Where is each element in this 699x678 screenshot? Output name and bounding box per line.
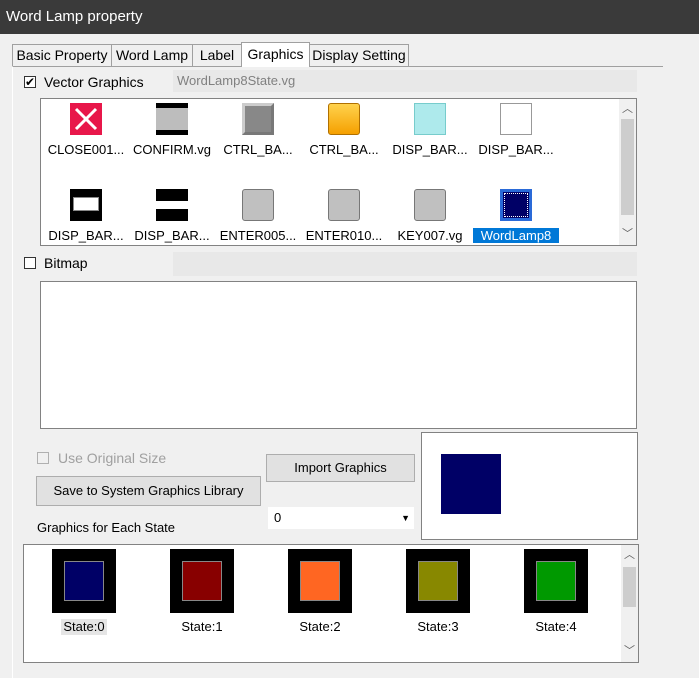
tab-word-lamp[interactable]: Word Lamp <box>111 44 193 66</box>
state-item-2[interactable]: State:2 <box>280 549 360 635</box>
graphic-preview <box>421 432 638 540</box>
graphic-item-selected[interactable]: WordLamp8 <box>473 189 559 243</box>
state-color-swatch <box>536 561 576 601</box>
state-item-3[interactable]: State:3 <box>398 549 478 635</box>
graphic-caption: DISP_BAR... <box>392 142 468 157</box>
state-select-value: 0 <box>274 510 282 525</box>
state-graphic <box>170 549 234 613</box>
graphic-item[interactable]: CTRL_BA... <box>301 103 387 157</box>
tab-display-setting[interactable]: Display Setting <box>309 44 409 66</box>
graphic-item[interactable]: CONFIRM.vg <box>129 103 215 157</box>
state-caption: State:4 <box>535 619 577 634</box>
graphic-item[interactable]: CLOSE001... <box>43 103 129 157</box>
word-lamp-icon <box>500 189 532 221</box>
state-graphics-list[interactable]: ︿ ﹀ State:0 State:1 State:2 State:3 Stat… <box>23 544 639 663</box>
graphic-item[interactable]: DISP_BAR... <box>129 189 215 243</box>
graphic-item[interactable]: ENTER010... <box>301 189 387 243</box>
vector-graphics-label: Vector Graphics <box>44 74 144 90</box>
bitmap-checkbox[interactable] <box>24 257 36 269</box>
disp-bar-black-icon <box>70 189 102 221</box>
state-graphic <box>52 549 116 613</box>
state-color-swatch <box>418 561 458 601</box>
close-icon <box>70 103 102 135</box>
preview-swatch <box>441 454 501 514</box>
disp-bar-stripe-icon <box>156 189 188 221</box>
bitmap-file-field <box>173 252 637 276</box>
use-original-size-label: Use Original Size <box>58 450 167 466</box>
graphic-item[interactable]: KEY007.vg <box>387 189 473 243</box>
tab-graphics[interactable]: Graphics <box>241 42 310 67</box>
state-graphic <box>288 549 352 613</box>
graphic-caption: CTRL_BA... <box>223 142 293 157</box>
vector-graphics-checkbox[interactable]: ✔ <box>24 76 36 88</box>
enter-icon <box>328 189 360 221</box>
enter-icon <box>242 189 274 221</box>
use-original-size-checkbox[interactable] <box>37 452 49 464</box>
graphic-caption: DISP_BAR... <box>478 142 554 157</box>
key-icon <box>414 189 446 221</box>
state-graphic <box>406 549 470 613</box>
graphic-item[interactable]: DISP_BAR... <box>473 103 559 157</box>
confirm-icon <box>156 103 188 135</box>
state-color-swatch <box>64 561 104 601</box>
graphic-item[interactable]: ENTER005... <box>215 189 301 243</box>
tab-basic-property[interactable]: Basic Property <box>12 44 112 66</box>
bitmap-list[interactable] <box>40 281 637 429</box>
save-to-library-button[interactable]: Save to System Graphics Library <box>36 476 261 506</box>
ctrl-bar-icon <box>242 103 274 135</box>
graphic-caption: ENTER005... <box>219 228 297 243</box>
graphic-caption: CONFIRM.vg <box>133 142 211 157</box>
state-caption: State:3 <box>417 619 459 634</box>
state-color-swatch <box>300 561 340 601</box>
title-bar: Word Lamp property <box>0 0 699 34</box>
import-graphics-button[interactable]: Import Graphics <box>266 454 415 482</box>
vector-graphics-list[interactable]: ︿ ﹀ CLOSE001... CONFIRM.vg CTRL_BA... CT… <box>40 98 637 246</box>
window-title: Word Lamp property <box>6 8 143 25</box>
disp-bar-white-icon <box>500 103 532 135</box>
ctrl-bar-orange-icon <box>328 103 360 135</box>
state-color-swatch <box>182 561 222 601</box>
chevron-down-icon: ▼ <box>401 513 410 523</box>
scroll-down-icon[interactable]: ﹀ <box>619 226 636 243</box>
state-item-0[interactable]: State:0 <box>44 549 124 635</box>
graphic-item[interactable]: DISP_BAR... <box>43 189 129 243</box>
graphic-caption: DISP_BAR... <box>48 228 124 243</box>
state-item-4[interactable]: State:4 <box>516 549 596 635</box>
state-graphic <box>524 549 588 613</box>
state-item-1[interactable]: State:1 <box>162 549 242 635</box>
state-list-scrollbar[interactable]: ︿ ﹀ <box>621 545 638 662</box>
state-caption: State:1 <box>181 619 223 634</box>
bitmap-label: Bitmap <box>44 255 88 271</box>
graphic-caption: CLOSE001... <box>47 142 125 157</box>
graphic-caption: CTRL_BA... <box>309 142 379 157</box>
tab-label[interactable]: Label <box>192 44 242 66</box>
states-section-label: Graphics for Each State <box>37 520 176 535</box>
graphic-caption: DISP_BAR... <box>134 228 210 243</box>
disp-bar-cyan-icon <box>414 103 446 135</box>
state-caption: State:0 <box>61 619 107 635</box>
graphic-item[interactable]: DISP_BAR... <box>387 103 473 157</box>
graphic-item[interactable]: CTRL_BA... <box>215 103 301 157</box>
vector-list-scrollbar[interactable]: ︿ ﹀ <box>619 99 636 245</box>
graphic-caption: KEY007.vg <box>397 228 463 243</box>
graphic-caption: ENTER010... <box>305 228 383 243</box>
scrollbar-thumb[interactable] <box>621 119 634 215</box>
scrollbar-thumb[interactable] <box>623 567 636 607</box>
vector-file-field: WordLamp8State.vg <box>173 70 637 92</box>
state-select[interactable]: 0 ▼ <box>268 507 414 529</box>
scroll-down-icon[interactable]: ﹀ <box>621 643 638 660</box>
graphic-caption: WordLamp8 <box>473 228 559 243</box>
scroll-up-icon[interactable]: ︿ <box>621 547 638 564</box>
state-caption: State:2 <box>299 619 341 634</box>
scroll-up-icon[interactable]: ︿ <box>619 101 636 118</box>
